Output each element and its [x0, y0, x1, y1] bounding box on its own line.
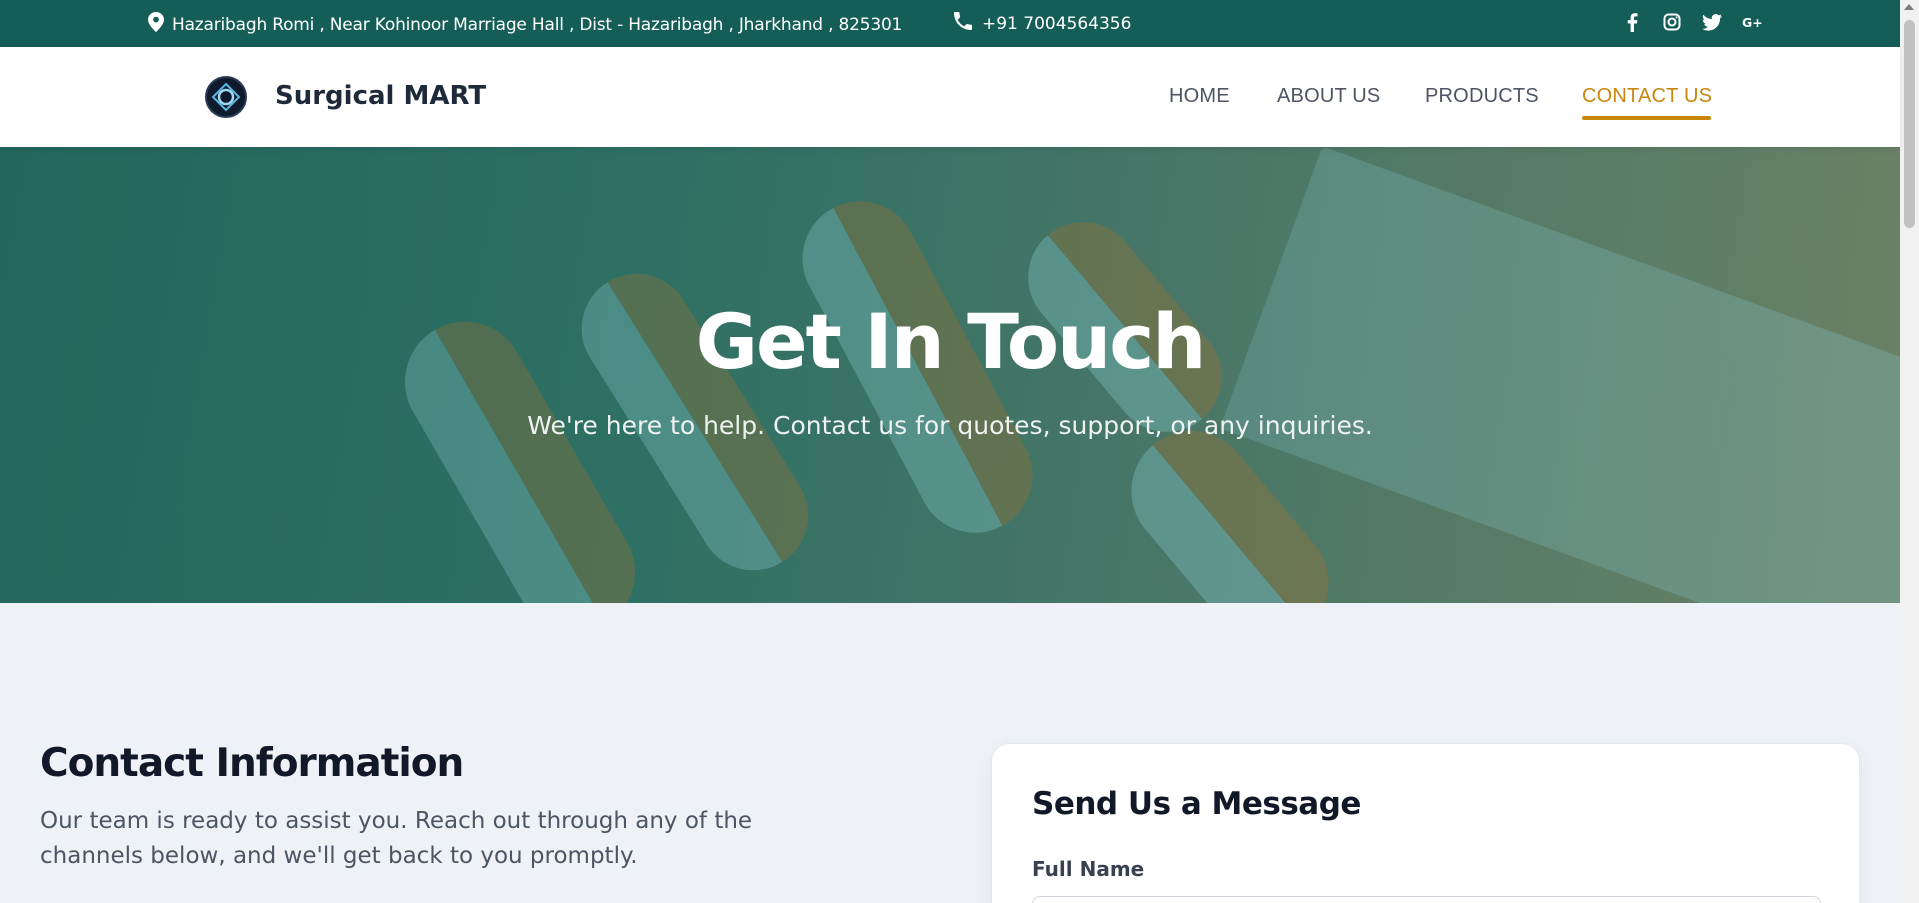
hero-subtitle: We're here to help. Contact us for quote…	[527, 411, 1373, 440]
nav-products[interactable]: PRODUCTS	[1425, 85, 1539, 108]
full-name-input[interactable]	[1032, 896, 1821, 903]
google-plus-icon[interactable]: G+	[1742, 12, 1762, 32]
brand-name[interactable]: Surgical MART	[275, 81, 486, 111]
instagram-icon[interactable]	[1662, 12, 1682, 32]
scroll-up-arrow-icon[interactable]	[1904, 4, 1914, 10]
hero-banner: Get In Touch We're here to help. Contact…	[0, 147, 1900, 603]
brand-logo[interactable]	[205, 76, 247, 118]
main-navbar: Surgical MART HOME ABOUT US PRODUCTS CON…	[0, 47, 1900, 147]
social-links: G+	[1622, 12, 1762, 32]
address-info: Hazaribagh Romi , Near Kohinoor Marriage…	[148, 12, 902, 37]
full-name-label: Full Name	[1032, 857, 1145, 881]
address-text: Hazaribagh Romi , Near Kohinoor Marriage…	[172, 14, 903, 35]
nav-about-us[interactable]: ABOUT US	[1277, 85, 1380, 108]
nav-contact-us[interactable]: CONTACT US	[1582, 85, 1712, 108]
contact-info-title: Contact Information	[40, 741, 464, 786]
scrollbar-thumb[interactable]	[1904, 20, 1915, 228]
contact-info-description: Our team is ready to assist you. Reach o…	[40, 808, 753, 869]
phone-text: +91 7004564356	[982, 13, 1132, 34]
top-info-bar: Hazaribagh Romi , Near Kohinoor Marriage…	[0, 0, 1900, 47]
form-title: Send Us a Message	[1032, 786, 1361, 822]
nav-home[interactable]: HOME	[1169, 85, 1230, 108]
twitter-icon[interactable]	[1702, 12, 1722, 32]
page-scrollbar[interactable]	[1900, 0, 1919, 903]
phone-info[interactable]: +91 7004564356	[954, 12, 1131, 35]
active-nav-indicator	[1582, 116, 1711, 120]
svg-text:G+: G+	[1742, 15, 1762, 30]
message-form-card: Send Us a Message Full Name	[991, 743, 1860, 903]
facebook-icon[interactable]	[1622, 12, 1642, 32]
location-pin-icon	[148, 12, 164, 37]
phone-icon	[954, 12, 972, 35]
hero-title: Get In Touch	[695, 297, 1207, 386]
